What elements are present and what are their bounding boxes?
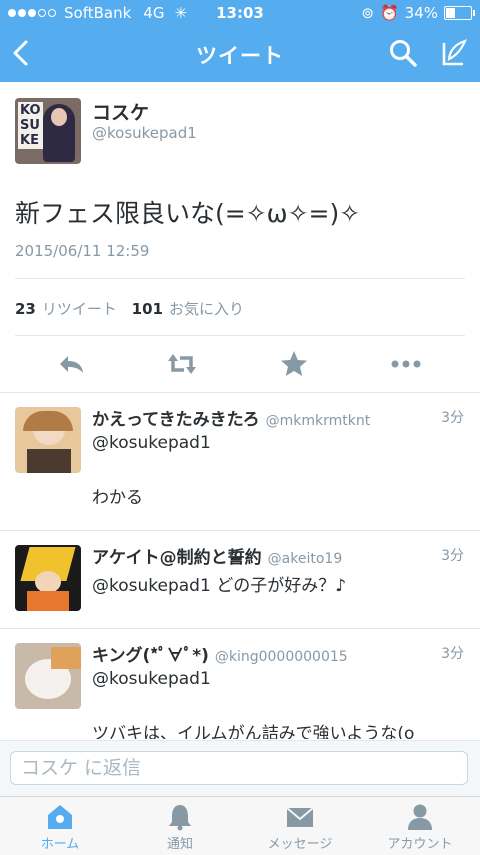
avatar-letters: SU <box>20 118 40 133</box>
reply-author-handle[interactable]: @mkmkrmtknt <box>266 413 371 429</box>
reply-text: ツバキは、イルムがん詰みで強いような(o <box>92 724 415 739</box>
reply-author[interactable]: キング(*ﾟ∀ﾟ*) @king0000000015 <box>92 641 348 666</box>
avatar[interactable] <box>15 545 81 611</box>
alarm-icon: ⏰ <box>379 4 399 22</box>
battery-icon <box>444 6 475 20</box>
avatar-hair <box>23 411 73 431</box>
avatar-background <box>51 647 81 669</box>
tab-label: メッセージ <box>267 837 333 852</box>
reply-mention[interactable]: @kosukepad1 <box>92 669 211 689</box>
avatar-letters: KO <box>20 103 41 118</box>
tab-label: ホーム <box>40 837 80 852</box>
retweet-icon[interactable] <box>166 348 198 380</box>
avatar[interactable] <box>15 643 81 709</box>
tab-home[interactable]: ホーム <box>0 797 120 855</box>
tab-notifications[interactable]: 通知 <box>120 797 240 855</box>
list-item[interactable]: キング(*ﾟ∀ﾟ*) @king0000000015 3分 @kosukepad1… <box>0 629 480 739</box>
top-bar: SoftBank 4G ✳ 13:03 ⊚ ⏰ 34% ツイート <box>0 0 480 82</box>
favorite-count[interactable]: 101 <box>132 300 163 318</box>
favorite-label[interactable]: お気に入り <box>169 300 244 318</box>
list-item[interactable]: アケイト@制約と誓約 @akeito19 3分 @kosukepad1 どの子が好… <box>0 531 480 629</box>
reply-list[interactable]: かえってきたみきたろ @mkmkrmtknt 3分 @kosukepad1 わかる… <box>0 392 480 739</box>
reply-author-name[interactable]: キング(*ﾟ∀ﾟ*) <box>92 646 209 666</box>
tweet-text: 新フェス限良いな(=✧ω✧=)✧ <box>15 199 361 228</box>
tweet-stats: 23 リツイート 101 お気に入り <box>15 298 254 319</box>
avatar-face <box>35 571 61 593</box>
reply-time: 3分 <box>441 410 464 426</box>
reply-mention[interactable]: @kosukepad1 どの子が好み？♪ <box>92 571 346 596</box>
reply-author[interactable]: アケイト@制約と誓約 @akeito19 <box>92 543 342 568</box>
more-icon[interactable] <box>390 348 422 380</box>
tweet-actions <box>0 338 480 392</box>
battery-percent: 34% <box>404 4 438 22</box>
home-icon <box>48 805 72 829</box>
tweet-date: 2015/06/11 12:59 <box>15 242 150 260</box>
status-right: ⊚ ⏰ 34% <box>361 4 475 22</box>
status-bar: SoftBank 4G ✳ 13:03 ⊚ ⏰ 34% <box>0 0 480 26</box>
tab-bar: ホーム 通知 メッセージ アカウント <box>0 796 480 855</box>
reply-author-handle[interactable]: @king0000000015 <box>215 649 348 665</box>
bell-icon <box>169 805 191 831</box>
author-handle[interactable]: @kosukepad1 <box>92 124 197 142</box>
retweet-label[interactable]: リツイート <box>42 300 117 318</box>
author-name[interactable]: コスケ <box>92 98 149 125</box>
avatar-letters: KE <box>20 133 39 148</box>
retweet-count[interactable]: 23 <box>15 300 36 318</box>
compose-icon[interactable] <box>438 38 468 68</box>
reply-author-handle[interactable]: @akeito19 <box>268 551 343 567</box>
divider <box>15 278 465 279</box>
rotation-lock-icon: ⊚ <box>361 4 374 22</box>
reply-author[interactable]: かえってきたみきたろ @mkmkrmtknt <box>92 405 370 430</box>
tab-label: 通知 <box>166 837 193 852</box>
avatar-face <box>51 108 67 126</box>
tab-label: アカウント <box>387 837 453 852</box>
avatar-body <box>27 449 71 473</box>
nav-bar: ツイート <box>0 26 480 82</box>
favorite-star-icon[interactable] <box>278 348 310 380</box>
reply-mention[interactable]: @kosukepad1 <box>92 433 211 453</box>
person-icon <box>408 804 432 830</box>
envelope-icon <box>286 807 314 827</box>
reply-time: 3分 <box>441 646 464 662</box>
search-icon[interactable] <box>388 38 418 68</box>
divider <box>15 335 465 336</box>
reply-icon[interactable] <box>56 348 88 380</box>
reply-author-name[interactable]: かえってきたみきたろ <box>92 410 260 430</box>
battery-fill <box>446 8 455 18</box>
list-item[interactable]: かえってきたみきたろ @mkmkrmtknt 3分 @kosukepad1 わかる <box>0 393 480 531</box>
avatar-logo: KO SU KE <box>18 102 43 149</box>
reply-author-name[interactable]: アケイト@制約と誓約 <box>92 548 262 568</box>
tab-messages[interactable]: メッセージ <box>240 797 360 855</box>
reply-text: わかる <box>92 488 143 508</box>
reply-bar: コスケ に返信 <box>0 740 480 797</box>
avatar[interactable]: KO SU KE <box>15 98 81 164</box>
main-tweet: KO SU KE コスケ @kosukepad1 新フェス限良いな(=✧ω✧=)… <box>0 82 480 392</box>
reply-input[interactable]: コスケ に返信 <box>10 751 468 785</box>
avatar-body <box>27 591 69 611</box>
tab-account[interactable]: アカウント <box>360 797 480 855</box>
avatar[interactable] <box>15 407 81 473</box>
reply-time: 3分 <box>441 548 464 564</box>
